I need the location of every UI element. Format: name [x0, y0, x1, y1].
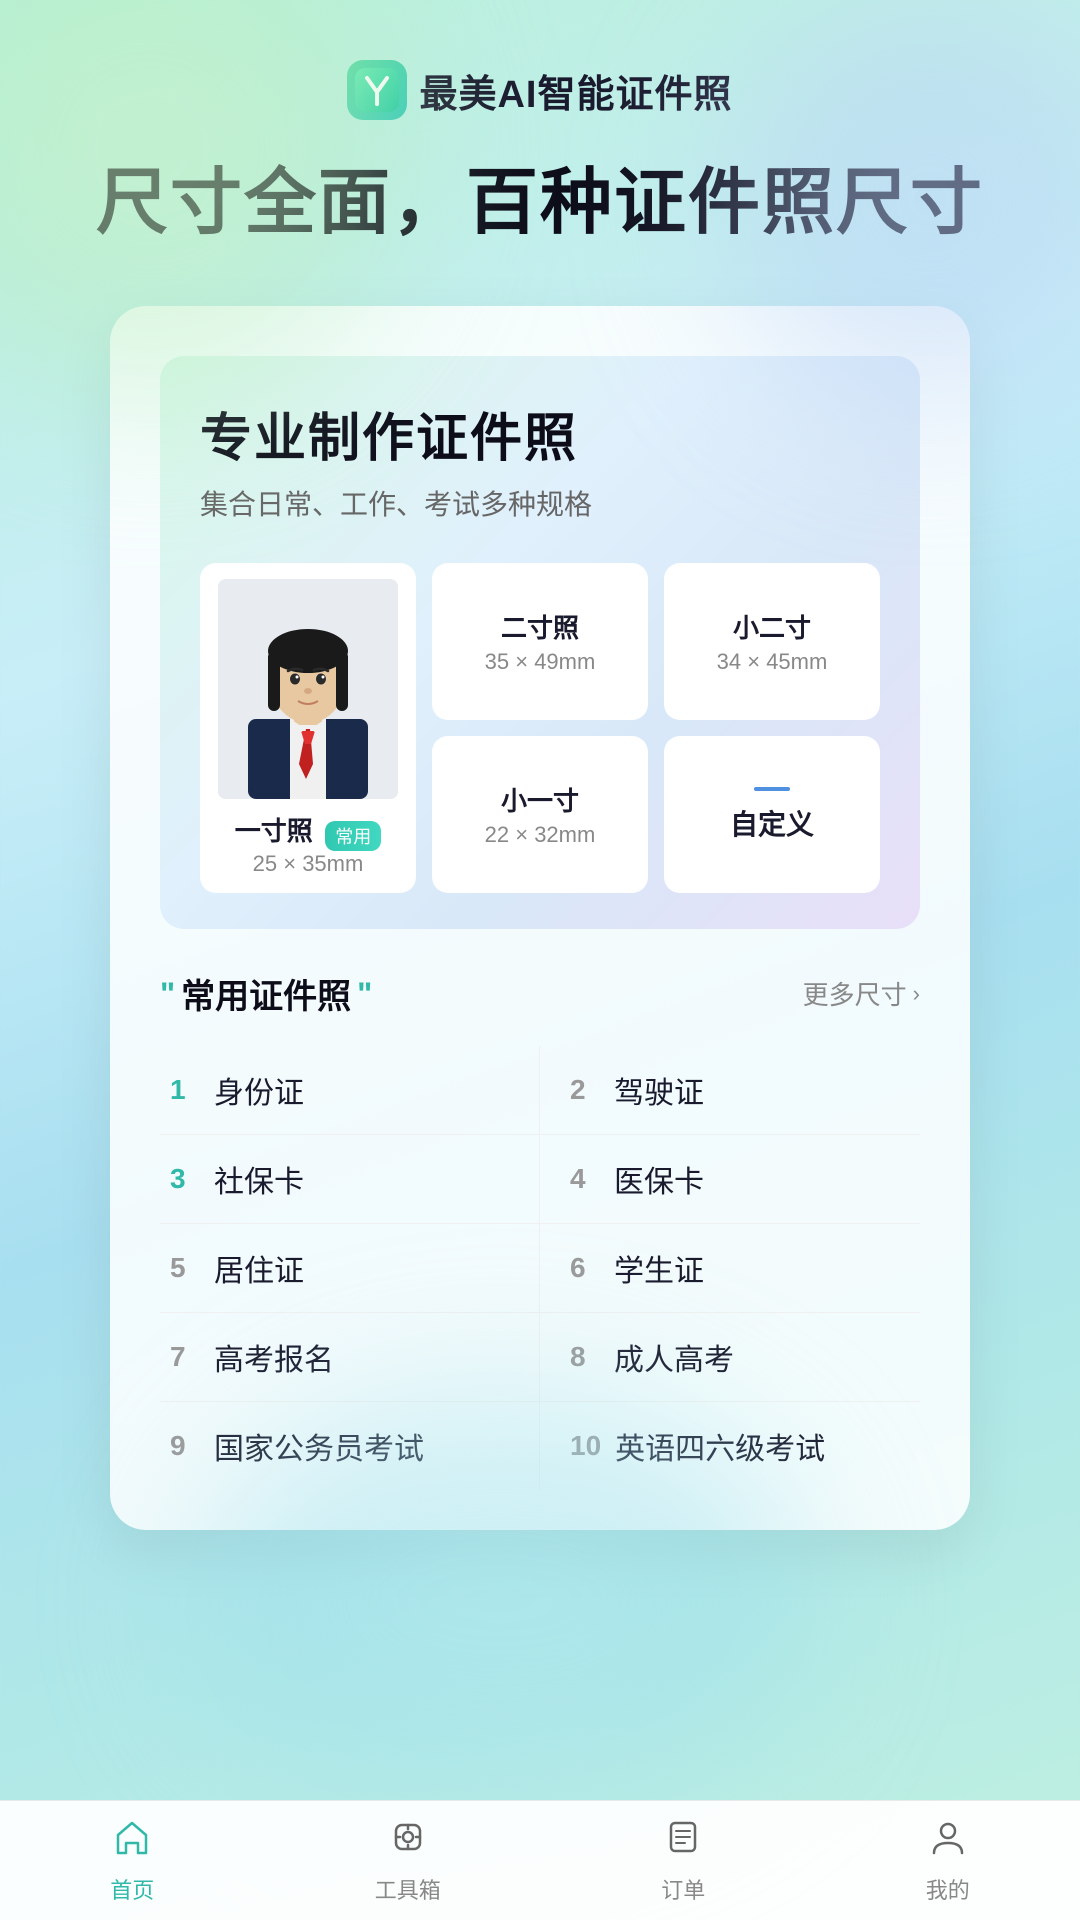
yi-cun-size: 25 × 35mm [235, 851, 381, 877]
xiao-er-cun-size: 34 × 45mm [717, 649, 828, 675]
id-list-item[interactable]: 6 学生证 [540, 1224, 920, 1313]
section-header: " 常用证件照 " 更多尺寸 › [160, 969, 920, 1018]
id-name: 高考报名 [214, 1335, 334, 1379]
quote-right: " [357, 978, 372, 1010]
tools-icon [388, 1817, 428, 1867]
card-subtitle: 集合日常、工作、考试多种规格 [200, 483, 880, 523]
id-number: 7 [170, 1341, 200, 1373]
bottom-nav: 首页 工具箱 订单 [0, 1800, 1080, 1920]
yi-cun-name: 一寸照 [235, 816, 313, 846]
id-list-item[interactable]: 10 英语四六级考试 [540, 1402, 920, 1490]
id-type-list: 1 身份证 2 驾驶证 3 社保卡 4 医保卡 5 居住证 6 学生证 7 高考报名 8 成人高考 9 国家公务员… [160, 1046, 920, 1490]
id-list-item[interactable]: 2 驾驶证 [540, 1046, 920, 1135]
id-name: 成人高考 [614, 1335, 734, 1379]
custom-label: 自定义 [730, 803, 814, 843]
id-number: 10 [570, 1430, 601, 1462]
app-logo [347, 60, 407, 120]
id-list-item[interactable]: 1 身份证 [160, 1046, 540, 1135]
more-sizes-label: 更多尺寸 [803, 975, 907, 1012]
xiao-er-cun-name: 小二寸 [733, 608, 811, 645]
id-name: 英语四六级考试 [615, 1424, 825, 1468]
id-number: 2 [570, 1074, 600, 1106]
id-number: 6 [570, 1252, 600, 1284]
id-number: 9 [170, 1430, 200, 1462]
hero-title: 尺寸全面，百种证件照尺寸 [96, 160, 984, 246]
id-name: 国家公务员考试 [214, 1424, 424, 1468]
id-list-item[interactable]: 7 高考报名 [160, 1313, 540, 1402]
id-number: 1 [170, 1074, 200, 1106]
chevron-right-icon: › [913, 981, 920, 1007]
id-number: 4 [570, 1163, 600, 1195]
section-title-wrapper: " 常用证件照 " [160, 969, 372, 1018]
photo-item-xiao-yi-cun[interactable]: 小一寸 22 × 32mm [432, 736, 648, 893]
main-card: 专业制作证件照 集合日常、工作、考试多种规格 [110, 306, 970, 1530]
yi-cun-info: 一寸照 常用 25 × 35mm [235, 811, 381, 877]
profile-icon [928, 1817, 968, 1867]
app-name: 最美AI智能证件照 [419, 63, 732, 118]
more-sizes-link[interactable]: 更多尺寸 › [803, 975, 920, 1012]
yi-cun-badge: 常用 [325, 821, 381, 851]
nav-item-orders[interactable]: 订单 [661, 1817, 705, 1905]
er-cun-name: 二寸照 [501, 608, 579, 645]
nav-profile-label: 我的 [926, 1873, 970, 1905]
id-list-item[interactable]: 9 国家公务员考试 [160, 1402, 540, 1490]
id-number: 5 [170, 1252, 200, 1284]
photo-item-custom[interactable]: 自定义 [664, 736, 880, 893]
id-name: 社保卡 [214, 1157, 304, 1201]
nav-home-label: 首页 [110, 1873, 154, 1905]
logo-icon [355, 68, 399, 112]
nav-tools-label: 工具箱 [375, 1873, 441, 1905]
id-list-item[interactable]: 5 居住证 [160, 1224, 540, 1313]
xiao-yi-cun-name: 小一寸 [501, 781, 579, 818]
inner-gradient-card: 专业制作证件照 集合日常、工作、考试多种规格 [160, 356, 920, 929]
nav-item-tools[interactable]: 工具箱 [375, 1817, 441, 1905]
nav-item-home[interactable]: 首页 [110, 1817, 154, 1905]
custom-dash [754, 787, 790, 791]
portrait-svg [218, 579, 398, 799]
id-list-item[interactable]: 4 医保卡 [540, 1135, 920, 1224]
nav-item-profile[interactable]: 我的 [926, 1817, 970, 1905]
id-name: 身份证 [214, 1068, 304, 1112]
id-list-item[interactable]: 3 社保卡 [160, 1135, 540, 1224]
orders-icon [663, 1817, 703, 1867]
id-number: 8 [570, 1341, 600, 1373]
id-number: 3 [170, 1163, 200, 1195]
photo-grid: 一寸照 常用 25 × 35mm 二寸照 35 × 49mm 小二寸 34 × … [200, 563, 880, 893]
portrait-image [218, 579, 398, 799]
id-name: 医保卡 [614, 1157, 704, 1201]
id-list-item[interactable]: 8 成人高考 [540, 1313, 920, 1402]
photo-item-portrait[interactable]: 一寸照 常用 25 × 35mm [200, 563, 416, 893]
photo-item-xiao-er-cun[interactable]: 小二寸 34 × 45mm [664, 563, 880, 720]
nav-orders-label: 订单 [661, 1873, 705, 1905]
section-title: 常用证件照 [181, 969, 351, 1018]
quote-left: " [160, 978, 175, 1010]
photo-item-er-cun[interactable]: 二寸照 35 × 49mm [432, 563, 648, 720]
id-name: 驾驶证 [614, 1068, 704, 1112]
er-cun-size: 35 × 49mm [485, 649, 596, 675]
home-icon [112, 1817, 152, 1867]
card-main-title: 专业制作证件照 [200, 396, 880, 471]
id-name: 居住证 [214, 1246, 304, 1290]
id-name: 学生证 [614, 1246, 704, 1290]
header: 最美AI智能证件照 [347, 60, 732, 120]
page-container: 最美AI智能证件照 尺寸全面，百种证件照尺寸 专业制作证件照 集合日常、工作、考… [0, 0, 1080, 1920]
logo-inner [355, 68, 399, 112]
xiao-yi-cun-size: 22 × 32mm [485, 822, 596, 848]
